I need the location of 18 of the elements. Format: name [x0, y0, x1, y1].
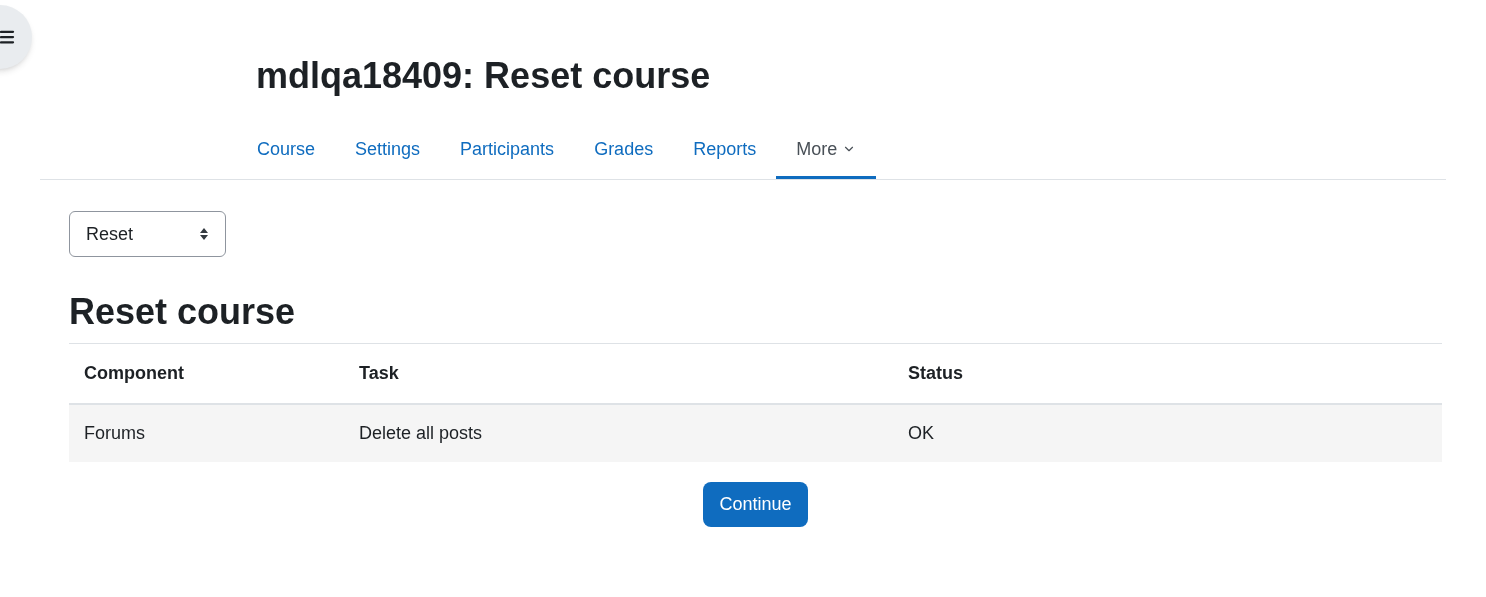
table-cell: Delete all posts	[344, 403, 893, 462]
nav-tab[interactable]: More	[776, 122, 877, 179]
nav-tab[interactable]: Grades	[574, 122, 674, 179]
column-header: Task	[344, 343, 893, 404]
continue-button[interactable]: Continue	[703, 481, 808, 527]
sort-icon	[199, 227, 209, 241]
nav-tab[interactable]: Course	[237, 122, 336, 179]
action-select[interactable]: Reset	[69, 211, 226, 257]
page-title: mdlqa18409: Reset course	[256, 54, 712, 98]
column-header: Component	[69, 343, 344, 404]
table-cell: OK	[893, 403, 1442, 462]
section-heading: Reset course	[69, 290, 297, 334]
nav-tab[interactable]: Reports	[673, 122, 777, 179]
column-header: Status	[893, 343, 1442, 404]
table-cell: Forums	[69, 403, 344, 462]
nav-tab[interactable]: Participants	[440, 122, 575, 179]
menu-icon	[0, 28, 16, 46]
nav-tab[interactable]: Settings	[335, 122, 441, 179]
